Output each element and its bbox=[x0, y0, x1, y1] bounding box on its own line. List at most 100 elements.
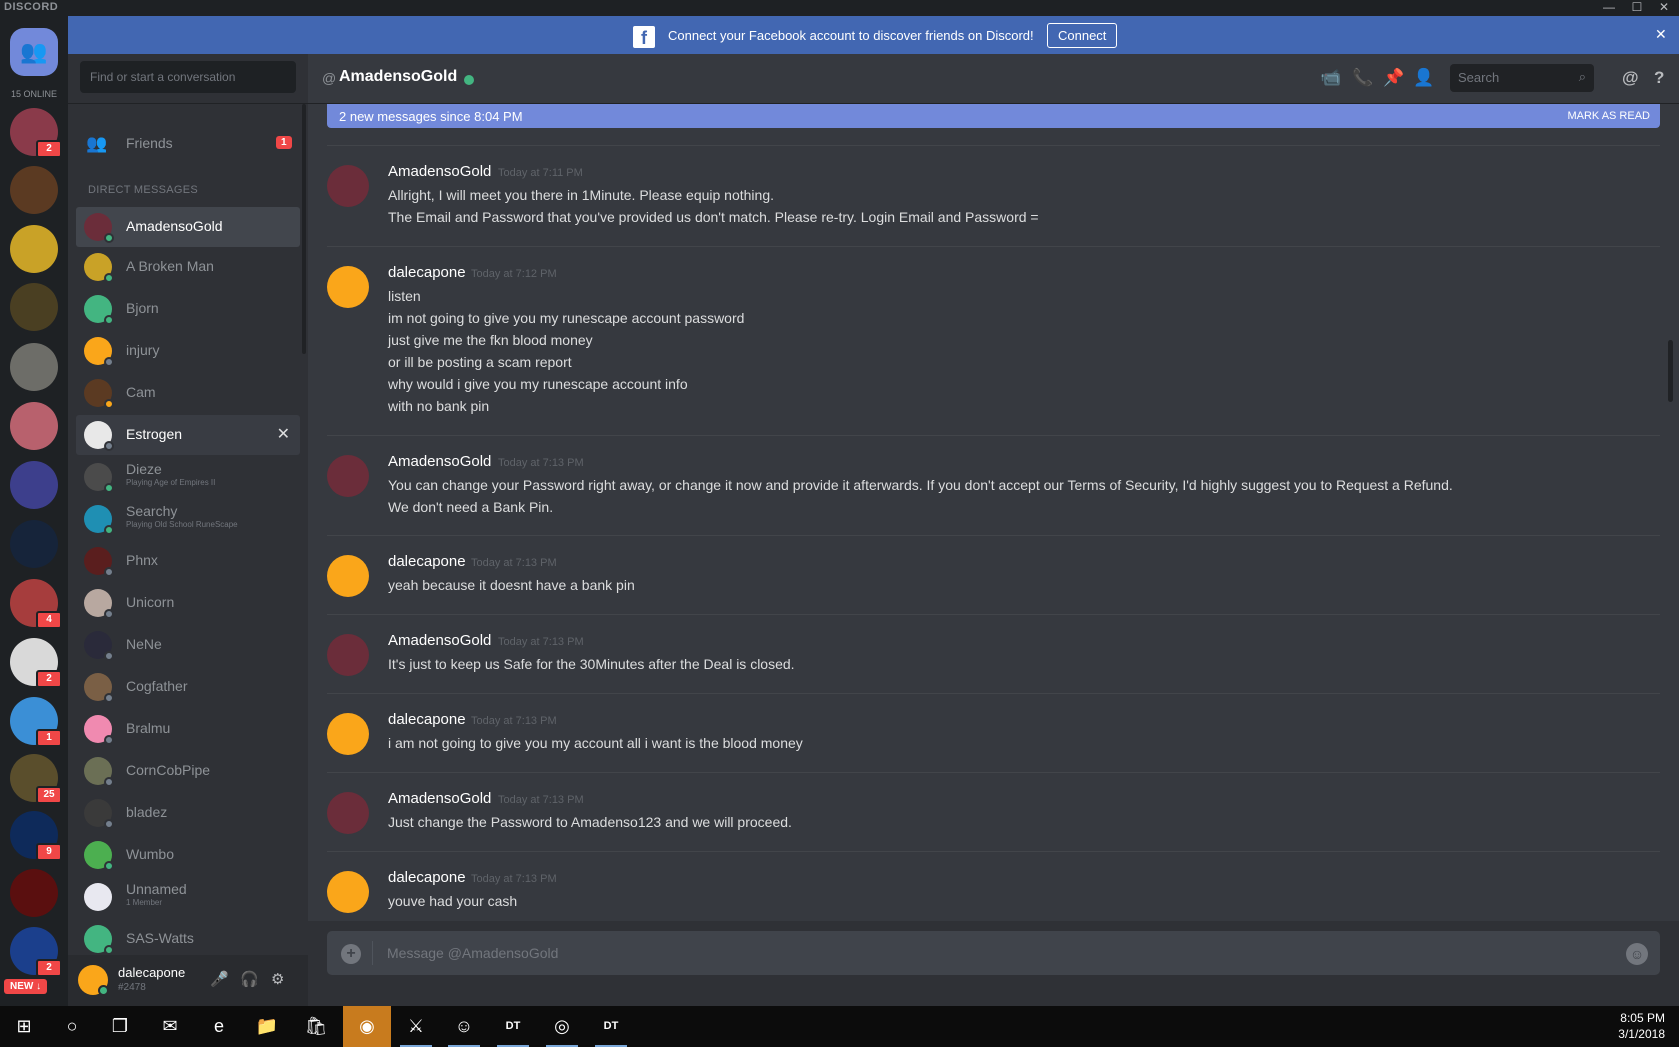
deafen-headset-icon[interactable]: 🎧 bbox=[240, 970, 259, 988]
server-4-icon[interactable] bbox=[10, 283, 58, 331]
task-view-button-icon[interactable]: ❐ bbox=[96, 1006, 144, 1047]
avatar[interactable] bbox=[327, 455, 369, 497]
dt-app-2-icon[interactable]: DT bbox=[587, 1006, 635, 1047]
message-author[interactable]: AmadensoGold bbox=[388, 790, 491, 807]
dm-name: Unnamed bbox=[126, 881, 187, 897]
message-line: Just change the Password to Amadenso123 … bbox=[388, 814, 792, 830]
emoji-picker-icon[interactable]: ☺ bbox=[1626, 943, 1648, 965]
server-15-icon[interactable]: 2 bbox=[10, 927, 62, 977]
dm-item[interactable]: Unicorn bbox=[76, 583, 300, 623]
message-author[interactable]: AmadensoGold bbox=[388, 632, 491, 649]
message-author[interactable]: dalecapone bbox=[388, 711, 466, 728]
server-8-icon[interactable] bbox=[10, 520, 58, 568]
close-banner-icon[interactable]: ✕ bbox=[1655, 26, 1667, 43]
search-icon: ⌕ bbox=[1578, 69, 1586, 84]
runescape-app-icon[interactable]: ◉ bbox=[343, 1006, 391, 1047]
server-1-icon[interactable]: 2 bbox=[10, 108, 62, 158]
dt-app-1-icon[interactable]: DT bbox=[489, 1006, 537, 1047]
server-7-icon[interactable] bbox=[10, 461, 58, 509]
dm-item[interactable]: injury bbox=[76, 331, 300, 371]
server-5-icon[interactable] bbox=[10, 343, 58, 391]
dm-item[interactable]: Unnamed 1 Member bbox=[76, 877, 300, 917]
message-input[interactable]: Message @AmadensoGold bbox=[387, 945, 558, 961]
friends-nav-item[interactable]: 👥 Friends 1 bbox=[76, 125, 300, 163]
user-tag: #2478 bbox=[118, 982, 146, 993]
dm-item[interactable]: Bralmu bbox=[76, 709, 300, 749]
avatar[interactable] bbox=[327, 871, 369, 913]
minimize-button[interactable]: — bbox=[1594, 0, 1624, 16]
message-author[interactable]: dalecapone bbox=[388, 553, 466, 570]
add-friend-icon[interactable]: 👤 bbox=[1413, 68, 1434, 88]
clock-date: 3/1/2018 bbox=[1618, 1027, 1665, 1041]
settings-gear-icon[interactable]: ⚙ bbox=[271, 970, 284, 988]
dm-item[interactable]: Cam bbox=[76, 373, 300, 413]
maximize-button[interactable]: ☐ bbox=[1622, 0, 1652, 16]
server-13-icon[interactable]: 9 bbox=[10, 811, 62, 861]
upload-plus-icon[interactable]: + bbox=[341, 944, 361, 964]
dm-item[interactable]: Searchy Playing Old School RuneScape bbox=[76, 499, 300, 539]
video-call-icon[interactable]: 📹 bbox=[1320, 68, 1341, 88]
mentions-icon[interactable]: @ bbox=[1622, 68, 1639, 88]
mark-as-read-button[interactable]: MARK AS READ bbox=[1567, 110, 1650, 122]
pinned-messages-icon[interactable]: 📌 bbox=[1383, 68, 1404, 88]
server-9-icon[interactable]: 4 bbox=[10, 579, 62, 629]
close-dm-icon[interactable]: ✕ bbox=[277, 424, 290, 444]
messages-scrollbar[interactable] bbox=[1668, 340, 1673, 402]
dm-item[interactable]: Cogfather bbox=[76, 667, 300, 707]
avatar[interactable] bbox=[327, 713, 369, 755]
avatar[interactable] bbox=[327, 555, 369, 597]
friends-home-icon[interactable]: 👥 bbox=[10, 28, 58, 76]
dm-item[interactable]: Dieze Playing Age of Empires II bbox=[76, 457, 300, 497]
unread-badge: 2 bbox=[36, 670, 62, 688]
voice-call-icon[interactable]: 📞 bbox=[1352, 68, 1373, 88]
server-11-icon[interactable]: 1 bbox=[10, 697, 62, 747]
avatar[interactable] bbox=[327, 634, 369, 676]
edge-app-icon[interactable]: e bbox=[195, 1006, 243, 1047]
connect-button[interactable]: Connect bbox=[1047, 23, 1118, 48]
avatar[interactable] bbox=[327, 165, 369, 207]
message-composer[interactable]: + Message @AmadensoGold ☺ bbox=[327, 931, 1660, 975]
dm-item[interactable]: Bjorn bbox=[76, 289, 300, 329]
game-app-icon[interactable]: ⚔ bbox=[392, 1006, 440, 1047]
message-author[interactable]: AmadensoGold bbox=[388, 163, 491, 180]
status-indicator bbox=[104, 273, 114, 283]
dm-item[interactable]: AmadensoGold bbox=[76, 207, 300, 247]
avatar[interactable] bbox=[327, 792, 369, 834]
channel-search-input[interactable]: Search ⌕ bbox=[1450, 64, 1594, 92]
dm-item[interactable]: CornCobPipe bbox=[76, 751, 300, 791]
dm-item[interactable]: Wumbo bbox=[76, 835, 300, 875]
message-line: or ill be posting a scam report bbox=[388, 354, 572, 370]
new-messages-bar[interactable]: 2 new messages since 8:04 PM MARK AS REA… bbox=[327, 104, 1660, 128]
message-author[interactable]: dalecapone bbox=[388, 264, 466, 281]
mail-app-icon[interactable]: ✉ bbox=[146, 1006, 194, 1047]
avatar[interactable] bbox=[327, 266, 369, 308]
dm-item[interactable]: Phnx bbox=[76, 541, 300, 581]
file-explorer-app-icon[interactable]: 📁 bbox=[243, 1006, 291, 1047]
search-button-icon[interactable]: ○ bbox=[48, 1006, 96, 1047]
message-author[interactable]: dalecapone bbox=[388, 869, 466, 886]
dm-item[interactable]: NeNe bbox=[76, 625, 300, 665]
server-2-icon[interactable] bbox=[10, 166, 58, 214]
close-window-button[interactable]: ✕ bbox=[1649, 0, 1679, 16]
discord-app-icon[interactable]: ☺ bbox=[440, 1006, 488, 1047]
start-button-icon[interactable]: ⊞ bbox=[0, 1006, 48, 1047]
dm-scrollbar[interactable] bbox=[302, 104, 306, 354]
dm-item[interactable]: Estrogen ✕ bbox=[76, 415, 300, 455]
server-3-icon[interactable] bbox=[10, 225, 58, 273]
server-10-icon[interactable]: 2 bbox=[10, 638, 62, 688]
new-unreads-pill[interactable]: NEW ↓ bbox=[4, 979, 48, 994]
message-author[interactable]: AmadensoGold bbox=[388, 453, 491, 470]
find-conversation-input[interactable]: Find or start a conversation bbox=[80, 61, 296, 93]
mute-mic-icon[interactable]: 🎤 bbox=[210, 970, 229, 988]
dm-item[interactable]: bladez bbox=[76, 793, 300, 833]
system-clock[interactable]: 8:05 PM 3/1/2018 bbox=[1618, 1010, 1665, 1042]
dm-item[interactable]: A Broken Man bbox=[76, 247, 300, 287]
server-12-icon[interactable]: 25 bbox=[10, 754, 62, 804]
server-14-icon[interactable] bbox=[10, 869, 58, 917]
dm-item[interactable]: SAS-Watts bbox=[76, 919, 300, 959]
message-line: with no bank pin bbox=[388, 398, 490, 414]
store-app-icon[interactable]: 🛍 bbox=[292, 1006, 340, 1047]
server-6-icon[interactable] bbox=[10, 402, 58, 450]
help-icon[interactable]: ? bbox=[1654, 68, 1664, 88]
chrome-app-icon[interactable]: ◎ bbox=[538, 1006, 586, 1047]
